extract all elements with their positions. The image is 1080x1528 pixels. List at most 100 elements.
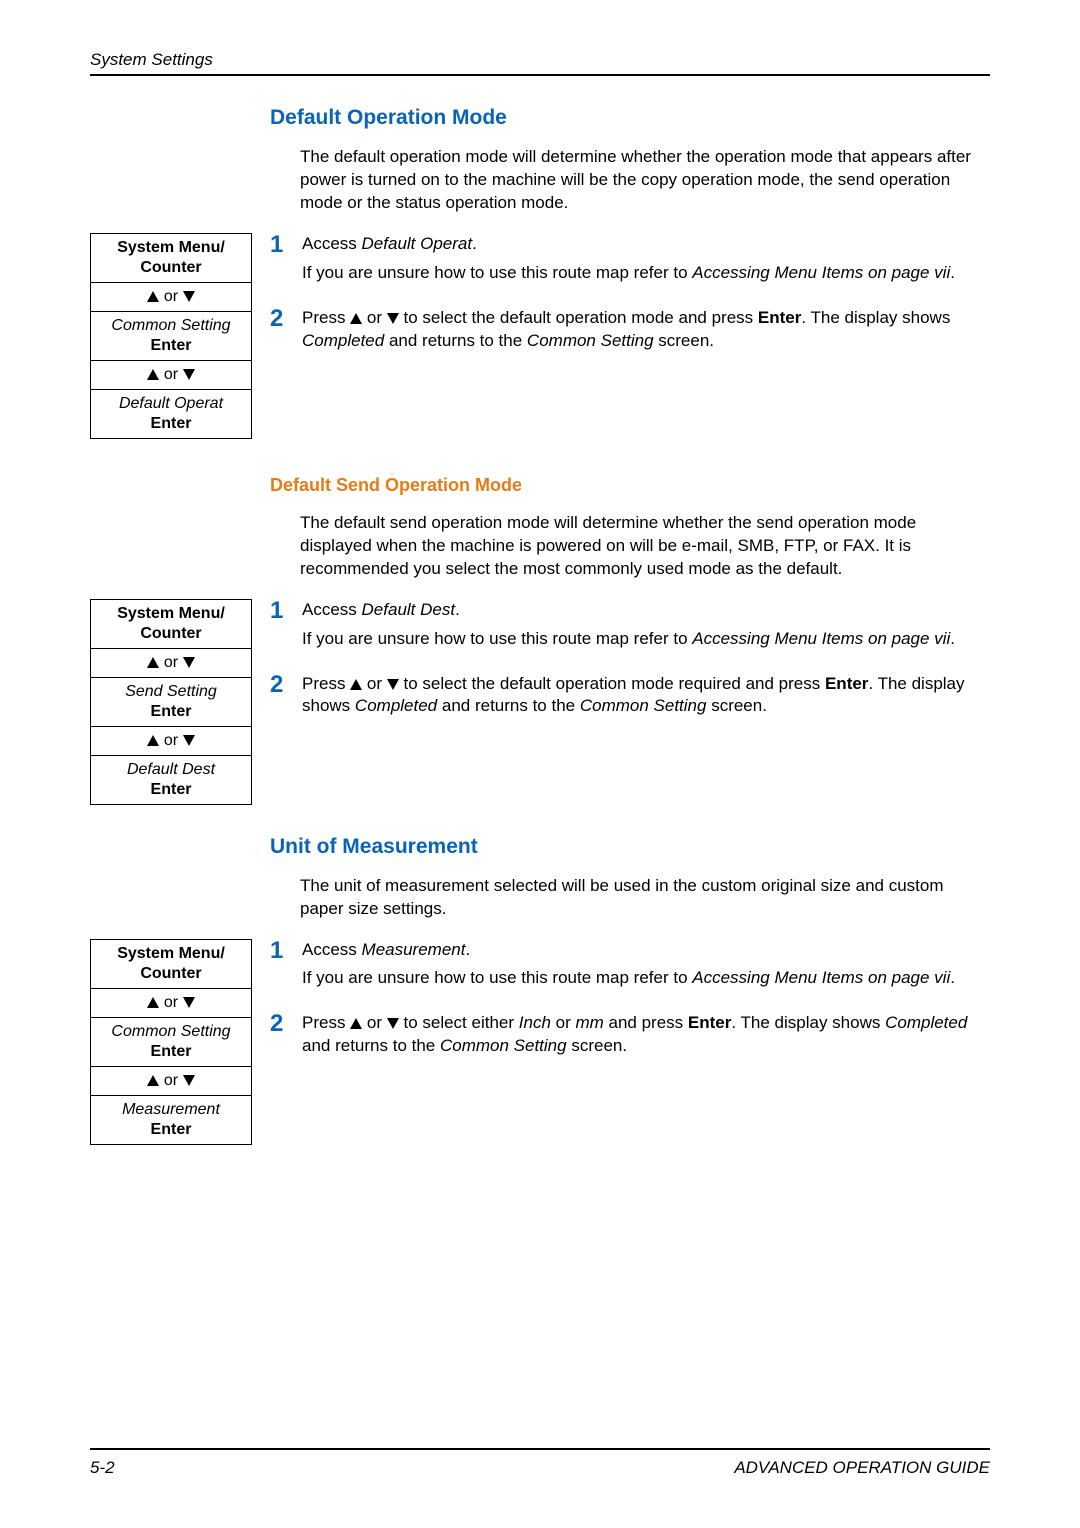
menu-text: Enter	[151, 781, 192, 798]
text: .	[472, 234, 477, 253]
or-text: or	[159, 732, 182, 749]
menu-row: System Menu/ Counter	[91, 940, 251, 989]
text-italic: Accessing Menu Items on page vii	[692, 263, 950, 282]
step-number: 2	[270, 673, 302, 697]
text-italic: Completed	[355, 696, 437, 715]
step-body: Press or to select the default operation…	[302, 673, 990, 719]
triangle-up-icon	[350, 313, 362, 324]
triangle-down-icon	[183, 735, 195, 746]
text: If you are unsure how to use this route …	[302, 629, 692, 648]
triangle-up-icon	[147, 291, 159, 302]
page-number: 5-2	[90, 1458, 115, 1478]
section3-intro: The unit of measurement selected will be…	[300, 875, 990, 921]
route-map-box-2: System Menu/ Counter or Send Setting Ent…	[90, 599, 252, 805]
text: screen.	[706, 696, 766, 715]
route-map-box-1: System Menu/ Counter or Common Setting E…	[90, 233, 252, 439]
text: and returns to the	[437, 696, 580, 715]
text: If you are unsure how to use this route …	[302, 263, 692, 282]
triangle-up-icon	[147, 1075, 159, 1086]
guide-title: ADVANCED OPERATION GUIDE	[734, 1458, 990, 1478]
text-italic: mm	[575, 1013, 603, 1032]
text-italic: Completed	[885, 1013, 967, 1032]
triangle-down-icon	[183, 1075, 195, 1086]
or-text: or	[159, 994, 182, 1011]
triangle-up-icon	[350, 1018, 362, 1029]
or-text: or	[159, 366, 182, 383]
menu-row: or	[91, 361, 251, 390]
text: . The display shows	[801, 308, 950, 327]
text-italic: Common Setting	[580, 696, 707, 715]
step-number: 2	[270, 1012, 302, 1036]
menu-text: Enter	[151, 703, 192, 720]
section1-intro: The default operation mode will determin…	[300, 146, 990, 215]
step-2: 2 Press or to select the default operati…	[270, 673, 990, 719]
menu-text: Enter	[151, 415, 192, 432]
triangle-down-icon	[183, 997, 195, 1008]
text: .	[950, 629, 955, 648]
menu-text: Counter	[140, 259, 201, 276]
step-2: 2 Press or to select either Inch or mm a…	[270, 1012, 990, 1058]
text: or	[362, 308, 387, 327]
menu-text: Counter	[140, 965, 201, 982]
step-2: 2 Press or to select the default operati…	[270, 307, 990, 353]
text: or	[551, 1013, 576, 1032]
page-header-title: System Settings	[90, 50, 990, 70]
text: and returns to the	[302, 1036, 440, 1055]
text-italic: Default Dest	[362, 600, 456, 619]
menu-row: or	[91, 989, 251, 1018]
text-italic: Accessing Menu Items on page vii	[692, 629, 950, 648]
or-text: or	[159, 288, 182, 305]
text: .	[950, 263, 955, 282]
text: to select either	[399, 1013, 519, 1032]
section3-block: System Menu/ Counter or Common Setting E…	[90, 939, 990, 1145]
step-number: 2	[270, 307, 302, 331]
footer-rule	[90, 1448, 990, 1450]
section-unit-of-measurement-heading: Unit of Measurement	[270, 835, 990, 859]
step-body: Access Default Operat. If you are unsure…	[302, 233, 990, 285]
text: or	[362, 1013, 387, 1032]
menu-text: System Menu/	[117, 239, 225, 256]
text: and returns to the	[384, 331, 527, 350]
text: Access	[302, 940, 362, 959]
triangle-up-icon	[147, 369, 159, 380]
text: .	[465, 940, 470, 959]
triangle-down-icon	[387, 313, 399, 324]
text: Press	[302, 1013, 350, 1032]
step-1: 1 Access Default Dest. If you are unsure…	[270, 599, 990, 651]
text-italic: Common Setting	[527, 331, 654, 350]
text-italic: Inch	[519, 1013, 551, 1032]
section2-steps: 1 Access Default Dest. If you are unsure…	[270, 599, 990, 741]
text: screen.	[567, 1036, 627, 1055]
menu-text: System Menu/	[117, 945, 225, 962]
menu-text: Send Setting	[125, 683, 217, 700]
step-1: 1 Access Measurement. If you are unsure …	[270, 939, 990, 991]
triangle-up-icon	[350, 679, 362, 690]
text: .	[455, 600, 460, 619]
section3-steps: 1 Access Measurement. If you are unsure …	[270, 939, 990, 1081]
text: screen.	[654, 331, 714, 350]
section2-intro: The default send operation mode will det…	[300, 512, 990, 581]
triangle-up-icon	[147, 997, 159, 1008]
text: Access	[302, 234, 362, 253]
step-1: 1 Access Default Operat. If you are unsu…	[270, 233, 990, 285]
menu-row: or	[91, 283, 251, 312]
menu-row: or	[91, 649, 251, 678]
text: to select the default operation mode and…	[399, 308, 758, 327]
section-default-send-operation-mode-heading: Default Send Operation Mode	[270, 475, 990, 496]
menu-text: Enter	[151, 1043, 192, 1060]
menu-text: Common Setting	[111, 317, 230, 334]
menu-row: System Menu/ Counter	[91, 600, 251, 649]
triangle-down-icon	[387, 1018, 399, 1029]
or-text: or	[159, 1072, 182, 1089]
text: Press	[302, 308, 350, 327]
menu-text: Enter	[151, 1121, 192, 1138]
text: and press	[604, 1013, 688, 1032]
triangle-up-icon	[147, 735, 159, 746]
route-map-box-3: System Menu/ Counter or Common Setting E…	[90, 939, 252, 1145]
menu-row: Measurement Enter	[91, 1096, 251, 1144]
menu-text: Default Dest	[127, 761, 215, 778]
step-number: 1	[270, 939, 302, 963]
menu-text: Counter	[140, 625, 201, 642]
menu-row: Default Dest Enter	[91, 756, 251, 804]
menu-row: Common Setting Enter	[91, 312, 251, 361]
